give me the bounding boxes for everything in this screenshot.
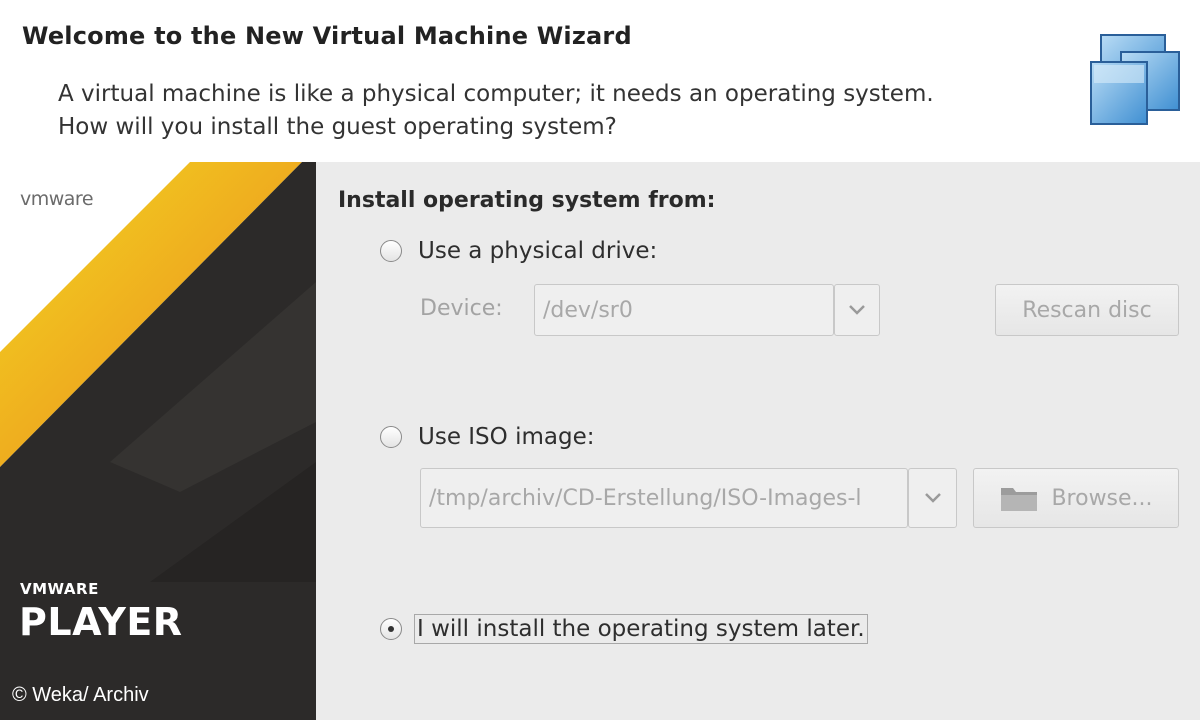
browse-button[interactable]: Browse... bbox=[973, 468, 1179, 528]
radio-label: Use a physical drive: bbox=[418, 238, 658, 264]
device-combo[interactable]: /dev/sr0 bbox=[534, 284, 834, 336]
device-dropdown-button[interactable] bbox=[834, 284, 880, 336]
radio-physical-drive[interactable]: Use a physical drive: bbox=[380, 238, 657, 264]
radio-label: Use ISO image: bbox=[418, 424, 595, 450]
vmware-player-banner: vmware VMWARE PLAYER © Weka/ Archiv bbox=[0, 162, 316, 720]
wizard-header: Welcome to the New Virtual Machine Wizar… bbox=[0, 0, 1200, 162]
browse-label: Browse... bbox=[1051, 485, 1153, 511]
iso-dropdown-button[interactable] bbox=[908, 468, 957, 528]
wizard-description: A virtual machine is like a physical com… bbox=[58, 78, 934, 144]
description-line-2: How will you install the guest operating… bbox=[58, 114, 617, 140]
description-line-1: A virtual machine is like a physical com… bbox=[58, 81, 934, 107]
copyright-watermark: © Weka/ Archiv bbox=[12, 684, 149, 706]
radio-button-selected[interactable] bbox=[380, 618, 402, 640]
stacked-windows-icon bbox=[1090, 34, 1180, 125]
chevron-down-icon bbox=[849, 305, 865, 315]
radio-label: I will install the operating system late… bbox=[414, 614, 868, 644]
vmware-logo: vmware bbox=[20, 188, 94, 210]
wizard-title: Welcome to the New Virtual Machine Wizar… bbox=[22, 22, 632, 50]
chevron-down-icon bbox=[924, 493, 941, 503]
radio-iso-image[interactable]: Use ISO image: bbox=[380, 424, 594, 450]
radio-button[interactable] bbox=[380, 426, 402, 448]
brand-vmware: VMWARE bbox=[20, 580, 99, 598]
brand-player: PLAYER bbox=[19, 600, 183, 644]
rescan-disc-button[interactable]: Rescan disc bbox=[995, 284, 1179, 336]
folder-icon bbox=[1001, 488, 1038, 511]
radio-button[interactable] bbox=[380, 240, 402, 262]
iso-path-combo[interactable]: /tmp/archiv/CD-Erstellung/ISO-Images-l bbox=[420, 468, 908, 528]
install-options-panel: Install operating system from: Use a phy… bbox=[316, 162, 1200, 720]
radio-install-later[interactable]: I will install the operating system late… bbox=[380, 614, 868, 644]
section-title: Install operating system from: bbox=[338, 188, 716, 213]
device-label: Device: bbox=[420, 296, 503, 321]
